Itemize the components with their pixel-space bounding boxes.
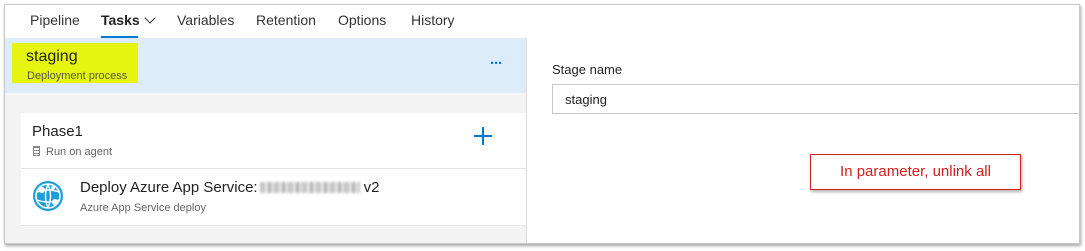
tab-bar: Pipeline Tasks Variables Retention Optio… bbox=[5, 5, 1079, 39]
tab-retention[interactable]: Retention bbox=[256, 11, 316, 33]
release-definition-editor: Pipeline Tasks Variables Retention Optio… bbox=[4, 4, 1080, 244]
task-title: Deploy Azure App Service: v2 bbox=[80, 179, 379, 196]
phase-title: Phase1 bbox=[32, 123, 83, 140]
redacted-app-name bbox=[259, 182, 360, 193]
tab-variables[interactable]: Variables bbox=[177, 11, 234, 33]
agent-server-icon bbox=[33, 146, 40, 156]
task-subtitle: Azure App Service deploy bbox=[80, 202, 206, 214]
stage-name: staging bbox=[26, 48, 78, 65]
stage-properties-panel: Stage name In parameter, unlink all bbox=[527, 38, 1079, 243]
phase-subtitle-text: Run on agent bbox=[46, 146, 113, 158]
chevron-down-icon[interactable] bbox=[144, 12, 156, 24]
stage-name-label: Stage name bbox=[552, 62, 623, 77]
phase-subtitle: Run on agent bbox=[33, 146, 112, 158]
process-panel: staging Deployment process ··· Phase1 Ru… bbox=[5, 38, 527, 243]
tab-options[interactable]: Options bbox=[338, 11, 386, 33]
task-row[interactable]: Deploy Azure App Service: v2 Azure App Se… bbox=[21, 169, 526, 226]
tab-tasks[interactable]: Tasks bbox=[101, 11, 156, 38]
annotation-callout: In parameter, unlink all bbox=[810, 154, 1021, 190]
phase-card[interactable]: Phase1 Run on agent bbox=[21, 113, 526, 169]
stage-subtitle: Deployment process bbox=[27, 70, 128, 82]
tab-pipeline[interactable]: Pipeline bbox=[30, 11, 80, 33]
more-options-icon[interactable]: ··· bbox=[490, 55, 503, 72]
azure-app-service-icon bbox=[33, 181, 63, 211]
task-title-prefix: Deploy Azure App Service: bbox=[80, 179, 258, 196]
tab-history[interactable]: History bbox=[411, 11, 455, 33]
add-task-icon[interactable] bbox=[474, 127, 492, 145]
tab-tasks-label: Tasks bbox=[101, 12, 140, 28]
stage-name-input[interactable] bbox=[552, 84, 1079, 114]
task-title-suffix: v2 bbox=[363, 179, 380, 196]
stage-header[interactable]: staging Deployment process ··· bbox=[5, 38, 526, 93]
